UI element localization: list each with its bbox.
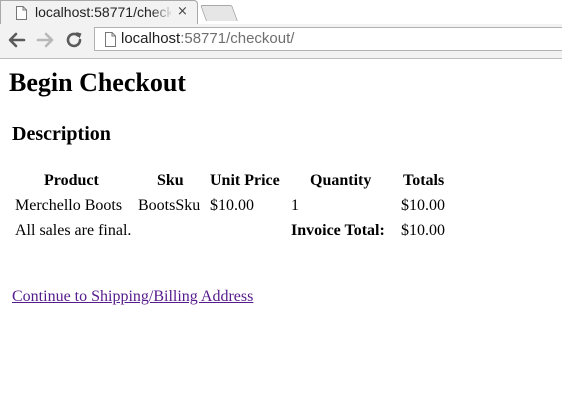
column-header-product: Product [44,172,99,189]
browser-chrome: localhost:58771/checkout/ × localhost:58… [0,0,562,59]
browser-toolbar: localhost:58771/checkout/ [0,24,562,58]
url-text: localhost:58771/checkout/ [121,30,294,47]
column-header-unit-price: Unit Price [210,172,280,189]
forward-arrow-icon[interactable] [34,29,56,51]
url-path: :58771/checkout/ [180,30,295,47]
cell-product: Merchello Boots [15,197,123,214]
url-host: localhost [121,30,181,47]
page-icon [16,6,27,20]
column-header-quantity: Quantity [310,172,372,189]
invoice-total-label: Invoice Total: [291,222,385,239]
continue-to-shipping-link[interactable]: Continue to Shipping/Billing Address [12,287,253,307]
page-title: Begin Checkout [9,68,186,97]
tab-strip: localhost:58771/checkout/ × [0,0,562,24]
cell-sku: BootsSku [138,197,201,214]
address-bar[interactable]: localhost:58771/checkout/ [94,27,562,51]
section-title: Description [12,123,111,145]
cell-unit-price: $10.00 [210,197,254,214]
cell-total: $10.00 [401,197,445,214]
reload-icon[interactable] [63,29,85,51]
back-arrow-icon[interactable] [6,29,28,51]
page-icon [105,32,116,47]
cell-quantity: 1 [291,197,299,214]
close-icon[interactable]: × [177,3,188,21]
invoice-total-value: $10.00 [401,222,445,239]
browser-tab[interactable]: localhost:58771/checkout/ × [0,0,198,24]
footer-note: All sales are final. [15,222,132,239]
tab-title-fade [151,3,173,23]
column-header-sku: Sku [157,172,184,189]
column-header-totals: Totals [403,172,445,189]
new-tab-button[interactable] [200,5,238,21]
